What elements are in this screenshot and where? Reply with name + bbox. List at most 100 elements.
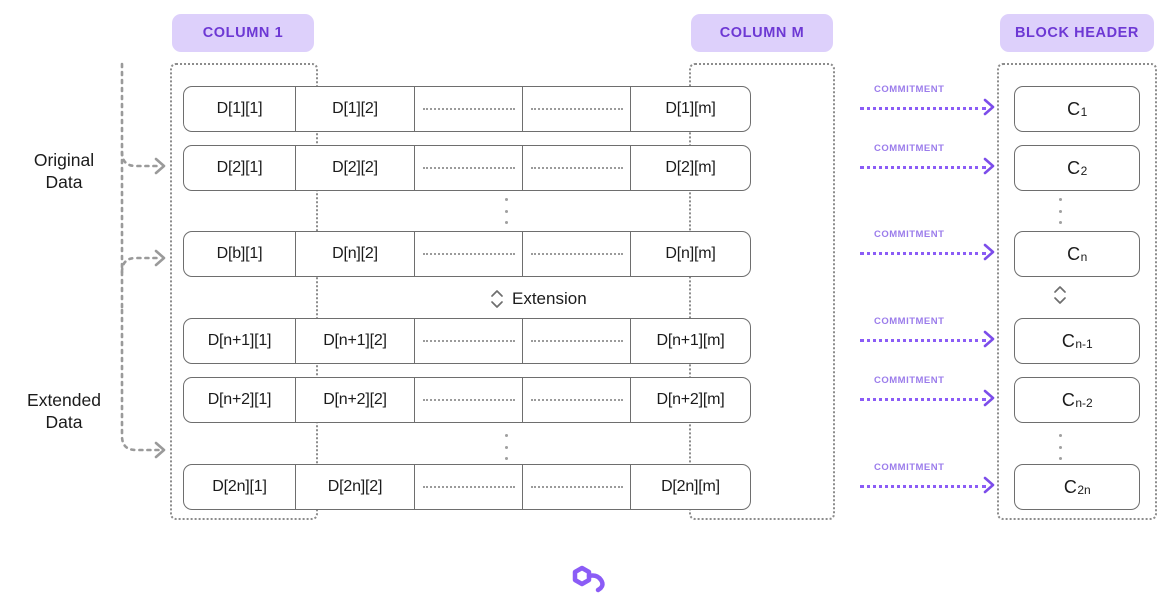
original-data-label: Original Data [4, 150, 124, 194]
diagram-canvas: COLUMN 1 COLUMN M BLOCK HEADER Original … [0, 0, 1174, 598]
data-row: D[n+2][1] D[n+2][2] D[n+2][m] [183, 377, 751, 423]
arrow-right-icon [983, 98, 995, 116]
chevron-up-down-icon [491, 290, 503, 308]
cell-column-m: D[n+1][m] [656, 332, 725, 349]
commitment-label: COMMITMENT [874, 143, 945, 154]
cell-column-1: D[2][1] [184, 146, 296, 190]
commitment-arrow: COMMITMENT [860, 84, 1008, 118]
original-data-feeder-bracket [120, 62, 166, 459]
commitment-label: COMMITMENT [874, 84, 945, 95]
dotted-run-icon [530, 486, 623, 488]
commitment-subscript: 2 [1080, 164, 1088, 178]
original-data-label-line2: Data [45, 171, 83, 192]
extension-label: Extension [512, 289, 587, 308]
commitment-dotted-line [860, 485, 986, 488]
commitment-label: COMMITMENT [874, 229, 945, 240]
cell-column-m: D[2n][m] [661, 478, 720, 495]
dotted-run-icon [530, 399, 623, 401]
extended-data-label: Extended Data [4, 390, 124, 434]
dotted-run-icon [422, 399, 515, 401]
commitment-arrow: COMMITMENT [860, 375, 1008, 409]
commitment-symbol: C [1061, 389, 1075, 410]
block-header-box: Cn [1014, 231, 1140, 277]
data-row: D[2n][1] D[2n][2] D[2n][m] [183, 464, 751, 510]
commitment-arrow: COMMITMENT [860, 316, 1008, 350]
data-row: D[1][1] D[1][2] D[1][m] [183, 86, 751, 132]
data-row: D[n+1][1] D[n+1][2] D[n+1][m] [183, 318, 751, 364]
block-header-ellipsis-top [1058, 198, 1062, 224]
commitment-dotted-line [860, 339, 986, 342]
dotted-run-icon [422, 486, 515, 488]
commitment-label: COMMITMENT [874, 375, 945, 386]
cell-ellipsis-right [523, 465, 631, 509]
commitment-subscript: n-2 [1075, 396, 1093, 410]
column-m-header-pill: COLUMN M [691, 14, 833, 52]
dotted-run-icon [422, 167, 515, 169]
block-header-ellipsis-bottom [1058, 434, 1062, 460]
block-header-box: Cn-2 [1014, 377, 1140, 423]
arrow-right-icon [983, 476, 995, 494]
cell-ellipsis-right [523, 232, 631, 276]
cell-column-2: D[2n][2] [296, 465, 415, 509]
block-header-box: Cn-1 [1014, 318, 1140, 364]
dotted-run-icon [530, 167, 623, 169]
commitment-subscript: 1 [1080, 105, 1088, 119]
commitment-label: COMMITMENT [874, 316, 945, 327]
commitment-arrow: COMMITMENT [860, 229, 1008, 263]
block-header-box: C 2n [1014, 464, 1140, 510]
cell-column-1: D[1][1] [184, 87, 296, 131]
dotted-run-icon [530, 253, 623, 255]
extension-marker: Extension [489, 287, 587, 311]
commitment-symbol: C [1063, 476, 1077, 497]
cell-column-m: D[n+2][m] [656, 391, 725, 408]
commitment-subscript: n-1 [1075, 337, 1093, 351]
block-header-label: BLOCK HEADER [1014, 25, 1139, 41]
commitment-subscript: n [1080, 250, 1088, 264]
dotted-run-icon [530, 108, 623, 110]
dotted-run-icon [422, 340, 515, 342]
block-header-chevron-up-down-icon [1054, 286, 1066, 304]
cell-ellipsis-left [415, 319, 523, 363]
cell-column-m: D[1][m] [665, 100, 716, 117]
commitment-subscript: 2n [1077, 483, 1091, 497]
cell-column-2: D[n+1][2] [296, 319, 415, 363]
commitment-symbol: C [1067, 243, 1081, 264]
dotted-run-icon [530, 340, 623, 342]
cell-column-m: D[2][m] [665, 159, 716, 176]
arrow-right-icon [983, 157, 995, 175]
commitment-label: COMMITMENT [874, 462, 945, 473]
commitment-dotted-line [860, 166, 986, 169]
vertical-ellipsis-extended [504, 434, 508, 460]
block-header-pill: BLOCK HEADER [1000, 14, 1154, 52]
cell-column-1: D[n+2][1] [184, 378, 296, 422]
commitment-dotted-line [860, 107, 986, 110]
dotted-run-icon [422, 108, 515, 110]
data-row: D[2][1] D[2][2] D[2][m] [183, 145, 751, 191]
dotted-run-icon [422, 253, 515, 255]
commitment-arrow: COMMITMENT [860, 143, 1008, 177]
commitment-dotted-line [860, 252, 986, 255]
brand-logo-icon [572, 565, 605, 593]
commitment-symbol: C [1061, 330, 1075, 351]
column-1-header-pill: COLUMN 1 [172, 14, 314, 52]
cell-column-1: D[2n][1] [184, 465, 296, 509]
commitment-dotted-line [860, 398, 986, 401]
cell-ellipsis-right [523, 378, 631, 422]
cell-column-2: D[n+2][2] [296, 378, 415, 422]
block-header-box: C2 [1014, 145, 1140, 191]
extended-data-label-line1: Extended [27, 390, 101, 410]
cell-column-1: D[n+1][1] [184, 319, 296, 363]
commitment-symbol: C [1067, 98, 1081, 119]
original-data-label-line1: Original [33, 150, 95, 170]
cell-column-1: D[b][1] [184, 232, 296, 276]
column-1-header-label: COLUMN 1 [202, 25, 284, 41]
cell-ellipsis-right [523, 146, 631, 190]
cell-ellipsis-left [415, 232, 523, 276]
cell-ellipsis-left [415, 146, 523, 190]
cell-ellipsis-left [415, 465, 523, 509]
commitment-arrow: COMMITMENT [860, 462, 1008, 496]
cell-ellipsis-left [415, 378, 523, 422]
column-m-header-label: COLUMN M [719, 25, 805, 41]
cell-ellipsis-right [523, 87, 631, 131]
arrow-right-icon [983, 389, 995, 407]
